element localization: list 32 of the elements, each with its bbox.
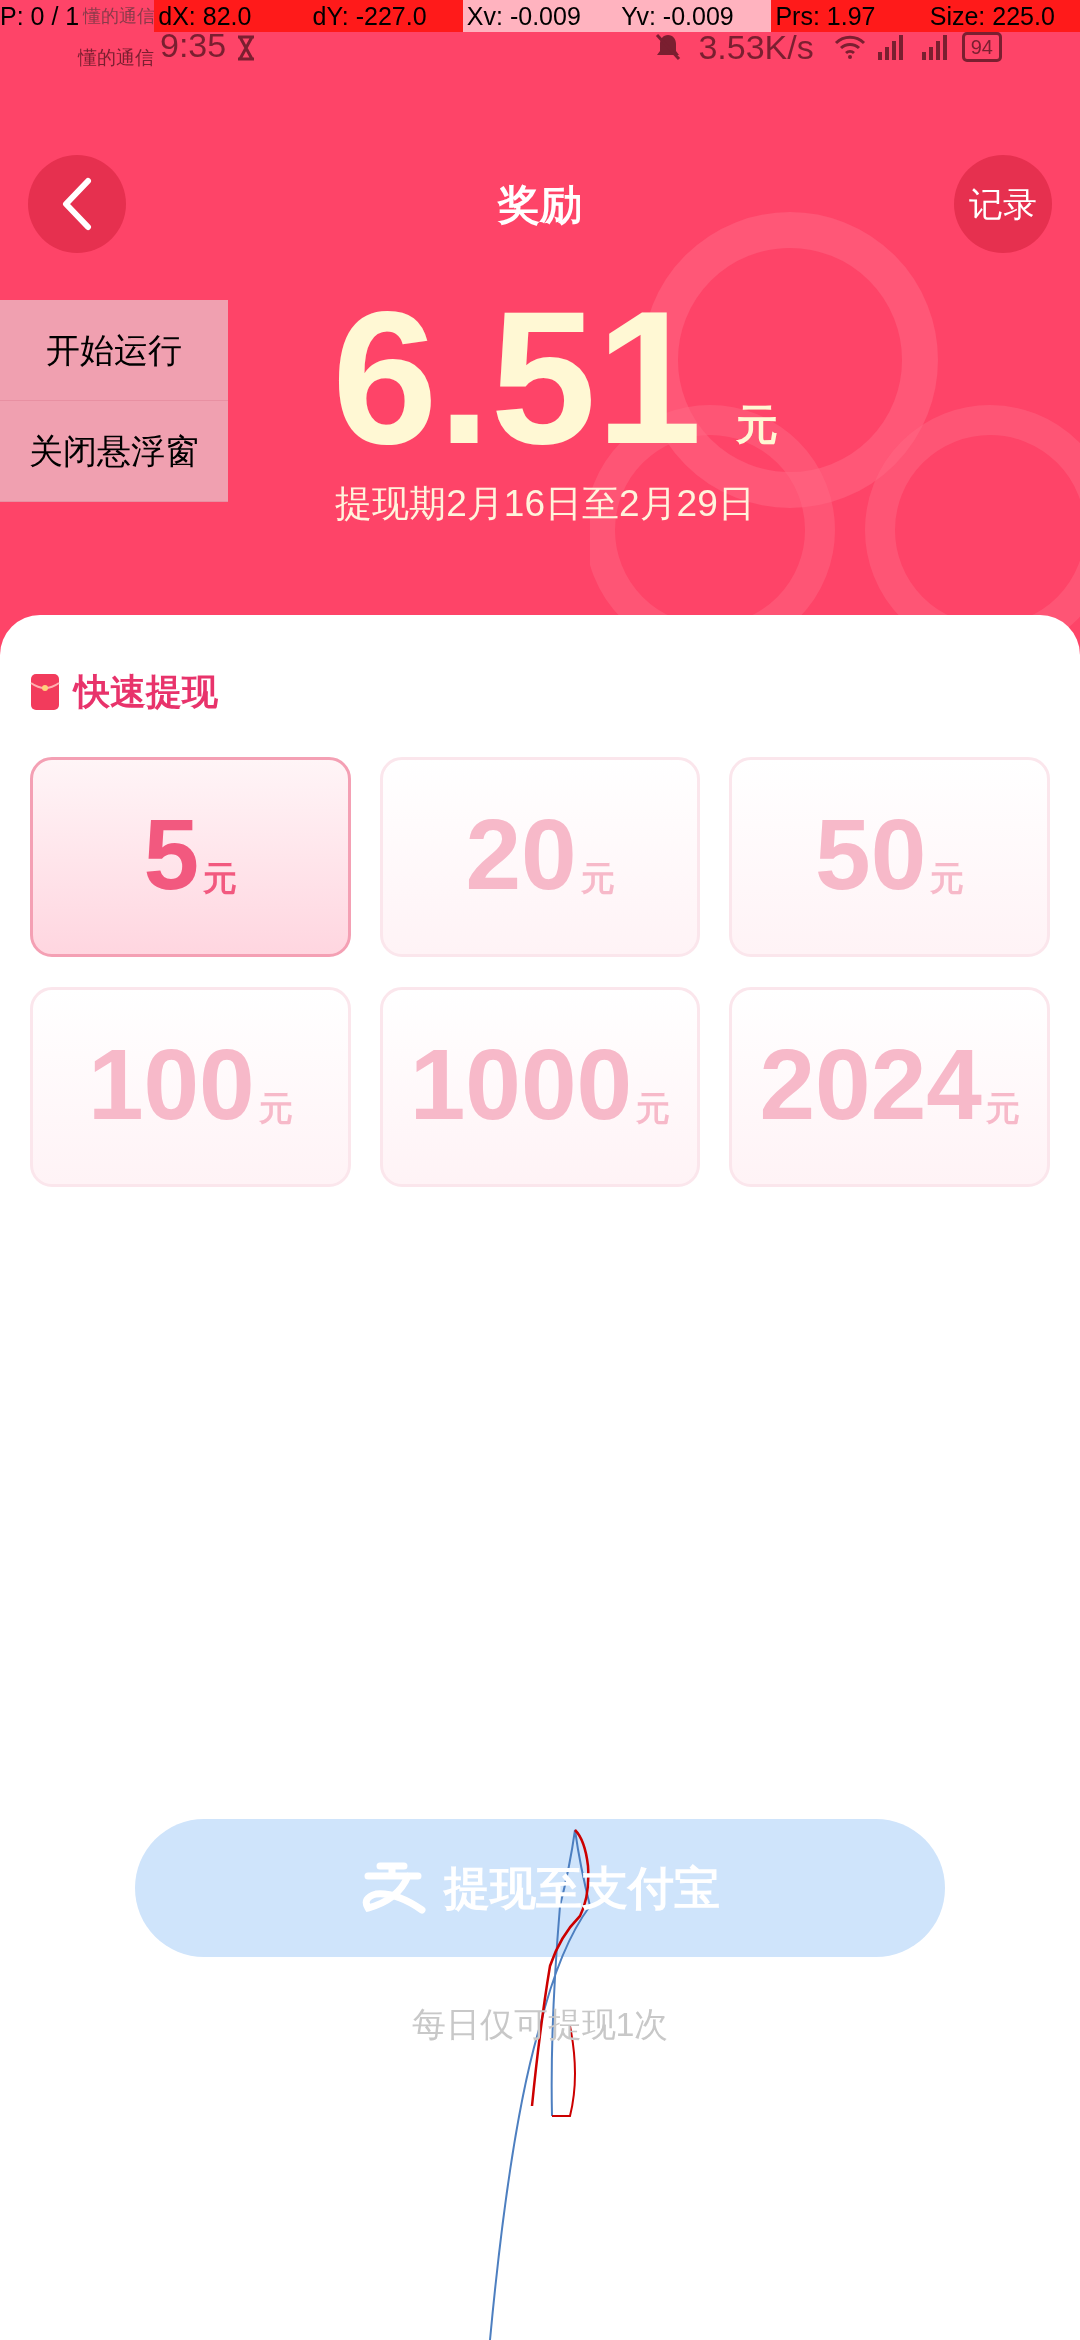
page-title: 奖励 (498, 179, 582, 230)
back-chevron-icon (62, 177, 92, 231)
balance-unit: 元 (735, 400, 778, 450)
floating-menu-button[interactable]: 开始运行 (0, 300, 228, 401)
pointer-count: P: 0 / 1 (0, 1, 80, 32)
pointer-readout: Size: 225.0 (925, 0, 1080, 32)
bell-muted-icon (654, 32, 683, 62)
pointer-readout: dY: -227.0 (308, 0, 463, 32)
pointer-readout: Xv: -0.009 (462, 0, 618, 32)
amount-option[interactable]: 2024元 (729, 987, 1050, 1187)
withdraw-period: 提现期2月16日至2月29日 (335, 482, 755, 526)
amount-option[interactable]: 50 元 (729, 757, 1050, 957)
balance-amount: 6.51 (332, 282, 702, 472)
signal-icon (919, 34, 950, 60)
carrier-text: 懂的通信 (83, 5, 156, 28)
wifi-icon (833, 34, 866, 60)
carrier-text: 懂的通信 (78, 45, 154, 70)
record-button[interactable]: 记录 (954, 155, 1052, 253)
pointer-readout: Prs: 1.97 (771, 0, 926, 32)
envelope-icon (30, 673, 60, 711)
hourglass-icon (236, 35, 257, 61)
alipay-icon (360, 1862, 426, 1914)
floating-menu-button[interactable]: 关闭悬浮窗 (0, 401, 228, 502)
pointer-readout: Yv: -0.009 (617, 0, 772, 32)
pointer-readout: dX: 82.0 (154, 0, 309, 32)
battery-indicator: 94 (961, 32, 1002, 62)
signal-icon (875, 34, 906, 60)
amount-option[interactable]: 100 元 (30, 987, 351, 1187)
amount-option[interactable]: 1000 元 (379, 987, 701, 1187)
amount-option[interactable]: 20 元 (379, 757, 701, 957)
amount-option[interactable]: 5元 (30, 757, 351, 957)
section-title: 快速提现 (74, 670, 218, 714)
